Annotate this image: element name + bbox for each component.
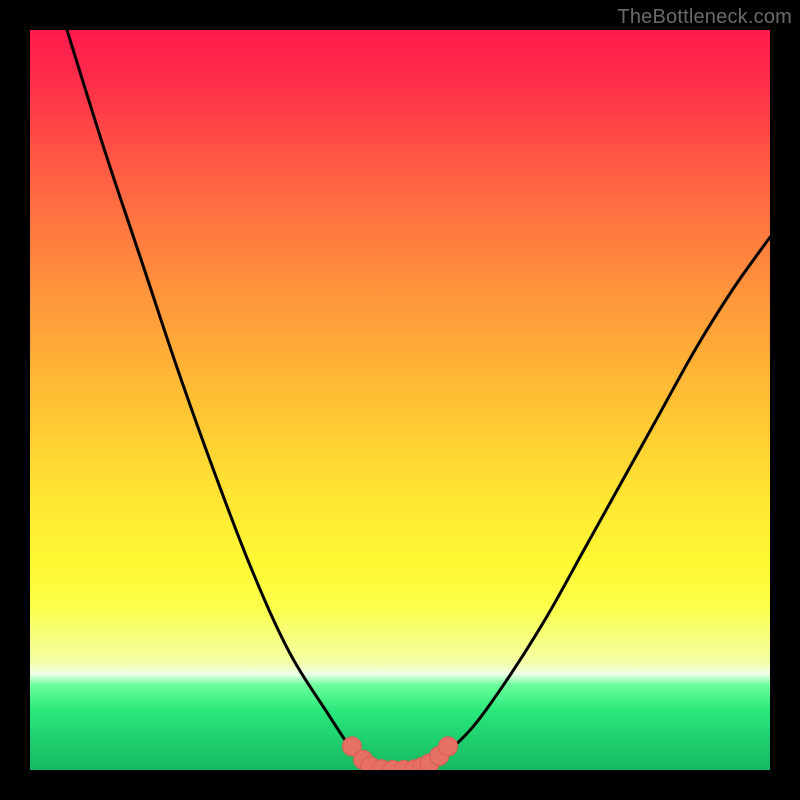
chart-svg: [30, 30, 770, 770]
highlight-marker: [439, 737, 458, 756]
marker-layer: [342, 737, 457, 770]
curve-left-curve: [67, 30, 370, 770]
chart-frame: TheBottleneck.com: [0, 0, 800, 800]
plot-area: [30, 30, 770, 770]
curve-right-curve: [430, 237, 770, 770]
curve-layer: [67, 30, 770, 770]
watermark-text: TheBottleneck.com: [617, 6, 792, 29]
